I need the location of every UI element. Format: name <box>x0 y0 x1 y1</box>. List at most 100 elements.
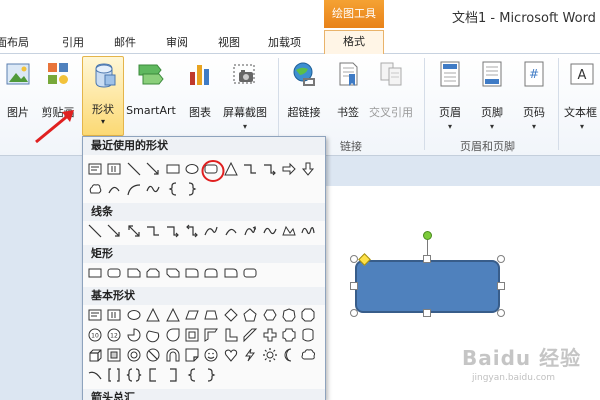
shape-bolt-icon[interactable] <box>242 347 258 363</box>
shape-vtextbox-icon[interactable] <box>106 307 122 323</box>
shape-diagstripe-icon[interactable] <box>242 327 258 343</box>
shape-block-icon[interactable] <box>165 347 181 363</box>
shape-line-icon[interactable] <box>126 161 142 177</box>
resize-handle[interactable] <box>350 282 358 290</box>
shape-lbracket-icon[interactable] <box>145 367 161 383</box>
shape-num12-icon[interactable]: 12 <box>106 327 122 343</box>
resize-handle[interactable] <box>350 309 358 317</box>
shape-bracepair-icon[interactable] <box>126 367 142 383</box>
resize-handle[interactable] <box>497 309 505 317</box>
shape-moon-icon[interactable] <box>281 347 297 363</box>
tab-mailings[interactable]: 邮件 <box>114 34 136 50</box>
shape-textbox-icon[interactable] <box>87 307 103 323</box>
shape-plus-icon[interactable] <box>262 327 278 343</box>
shape-rarrow-icon[interactable] <box>281 161 297 177</box>
tab-format[interactable]: 格式 <box>324 30 384 54</box>
tab-view[interactable]: 视图 <box>218 34 240 50</box>
shape-arc2-icon[interactable] <box>87 367 103 383</box>
shape-heart-icon[interactable] <box>223 347 239 363</box>
rotation-handle[interactable] <box>423 231 432 240</box>
shapes-button[interactable]: 形状 ▾ <box>82 56 124 136</box>
shape-round1-icon[interactable] <box>184 265 200 281</box>
shape-arrowline-icon[interactable] <box>145 161 161 177</box>
resize-handle[interactable] <box>350 255 358 263</box>
shape-cube-icon[interactable] <box>87 347 103 363</box>
shape-frame-icon[interactable] <box>184 327 200 343</box>
drawing-tools-context-tab[interactable]: 绘图工具 <box>324 0 384 28</box>
shape-vtextbox-icon[interactable] <box>106 161 122 177</box>
shape-can-icon[interactable] <box>300 327 316 343</box>
shape-noentry-icon[interactable] <box>145 347 161 363</box>
shape-curvearrow-icon[interactable] <box>106 181 122 197</box>
shape-oval-icon[interactable] <box>184 161 200 177</box>
shape-sun-icon[interactable] <box>262 347 278 363</box>
shape-rbracket-icon[interactable] <box>165 367 181 383</box>
shape-wave-icon[interactable] <box>262 223 278 239</box>
shape-bevel-icon[interactable] <box>106 347 122 363</box>
shape-tri-icon[interactable] <box>145 307 161 323</box>
shape-plaque-icon[interactable] <box>281 327 297 343</box>
shape-textbox-icon[interactable] <box>87 161 103 177</box>
shape-lbrace-icon[interactable] <box>184 367 200 383</box>
shape-rrect-icon[interactable] <box>106 265 122 281</box>
resize-handle[interactable] <box>497 255 505 263</box>
resize-handle[interactable] <box>423 255 431 263</box>
shape-cloud-icon[interactable] <box>300 347 316 363</box>
shape-num10-icon[interactable]: 10 <box>87 327 103 343</box>
shape-wave-icon[interactable] <box>145 181 161 197</box>
shape-round2-icon[interactable] <box>203 265 219 281</box>
shape-hex-icon[interactable] <box>262 307 278 323</box>
shape-hept-icon[interactable] <box>281 307 297 323</box>
shape-arrowline-icon[interactable] <box>106 223 122 239</box>
rounded-rectangle-shape[interactable] <box>355 260 500 313</box>
shape-snip2-icon[interactable] <box>145 265 161 281</box>
shape-dblarrow-icon[interactable] <box>126 223 142 239</box>
shape-bracketpair-icon[interactable] <box>106 367 122 383</box>
shape-oct-icon[interactable] <box>300 307 316 323</box>
shape-curvearrow-icon[interactable] <box>223 223 239 239</box>
shape-round1-icon[interactable] <box>223 265 239 281</box>
shape-snip3-icon[interactable] <box>165 265 181 281</box>
shape-oval-icon[interactable] <box>126 307 142 323</box>
shape-tear-icon[interactable] <box>165 327 181 343</box>
shape-arc-icon[interactable] <box>126 181 142 197</box>
shape-elbow-icon[interactable] <box>242 161 258 177</box>
tab-review[interactable]: 审阅 <box>166 34 188 50</box>
shape-lshape-icon[interactable] <box>223 327 239 343</box>
shape-darrow-icon[interactable] <box>300 161 316 177</box>
shape-rect-icon[interactable] <box>165 161 181 177</box>
shape-curve-icon[interactable] <box>203 223 219 239</box>
shape-rbrace-icon[interactable] <box>203 367 219 383</box>
shape-pent-icon[interactable] <box>242 307 258 323</box>
tab-page-layout[interactable]: 面布局 <box>0 34 29 50</box>
resize-handle[interactable] <box>497 282 505 290</box>
shape-elbowarrow-icon[interactable] <box>262 161 278 177</box>
shape-elbowarrow-icon[interactable] <box>165 223 181 239</box>
shape-donut-icon[interactable] <box>126 347 142 363</box>
shape-fold-icon[interactable] <box>184 347 200 363</box>
shape-halfframe-icon[interactable] <box>203 327 219 343</box>
tab-add-ins[interactable]: 加载项 <box>268 34 301 50</box>
shape-rrect-icon[interactable] <box>242 265 258 281</box>
shape-chord-icon[interactable] <box>145 327 161 343</box>
shape-trap-icon[interactable] <box>203 307 219 323</box>
shape-rbrace-icon[interactable] <box>184 181 200 197</box>
shape-tri-icon[interactable] <box>165 307 181 323</box>
shape-snip1-icon[interactable] <box>126 265 142 281</box>
shape-diamond-icon[interactable] <box>223 307 239 323</box>
shape-tri-icon[interactable] <box>223 161 239 177</box>
resize-handle[interactable] <box>423 309 431 317</box>
shape-scribble-icon[interactable] <box>300 223 316 239</box>
shape-cloudcall-icon[interactable] <box>87 181 103 197</box>
shape-elbow-icon[interactable] <box>145 223 161 239</box>
shape-rect-icon[interactable] <box>87 265 103 281</box>
tab-references[interactable]: 引用 <box>62 34 84 50</box>
shape-para-icon[interactable] <box>184 307 200 323</box>
shape-lbrace-icon[interactable] <box>165 181 181 197</box>
shape-freeform-icon[interactable] <box>281 223 297 239</box>
shape-pie-icon[interactable] <box>126 327 142 343</box>
shape-elbowdbl-icon[interactable] <box>184 223 200 239</box>
shape-smiley-icon[interactable] <box>203 347 219 363</box>
shape-curvedbl-icon[interactable] <box>242 223 258 239</box>
shape-line-icon[interactable] <box>87 223 103 239</box>
